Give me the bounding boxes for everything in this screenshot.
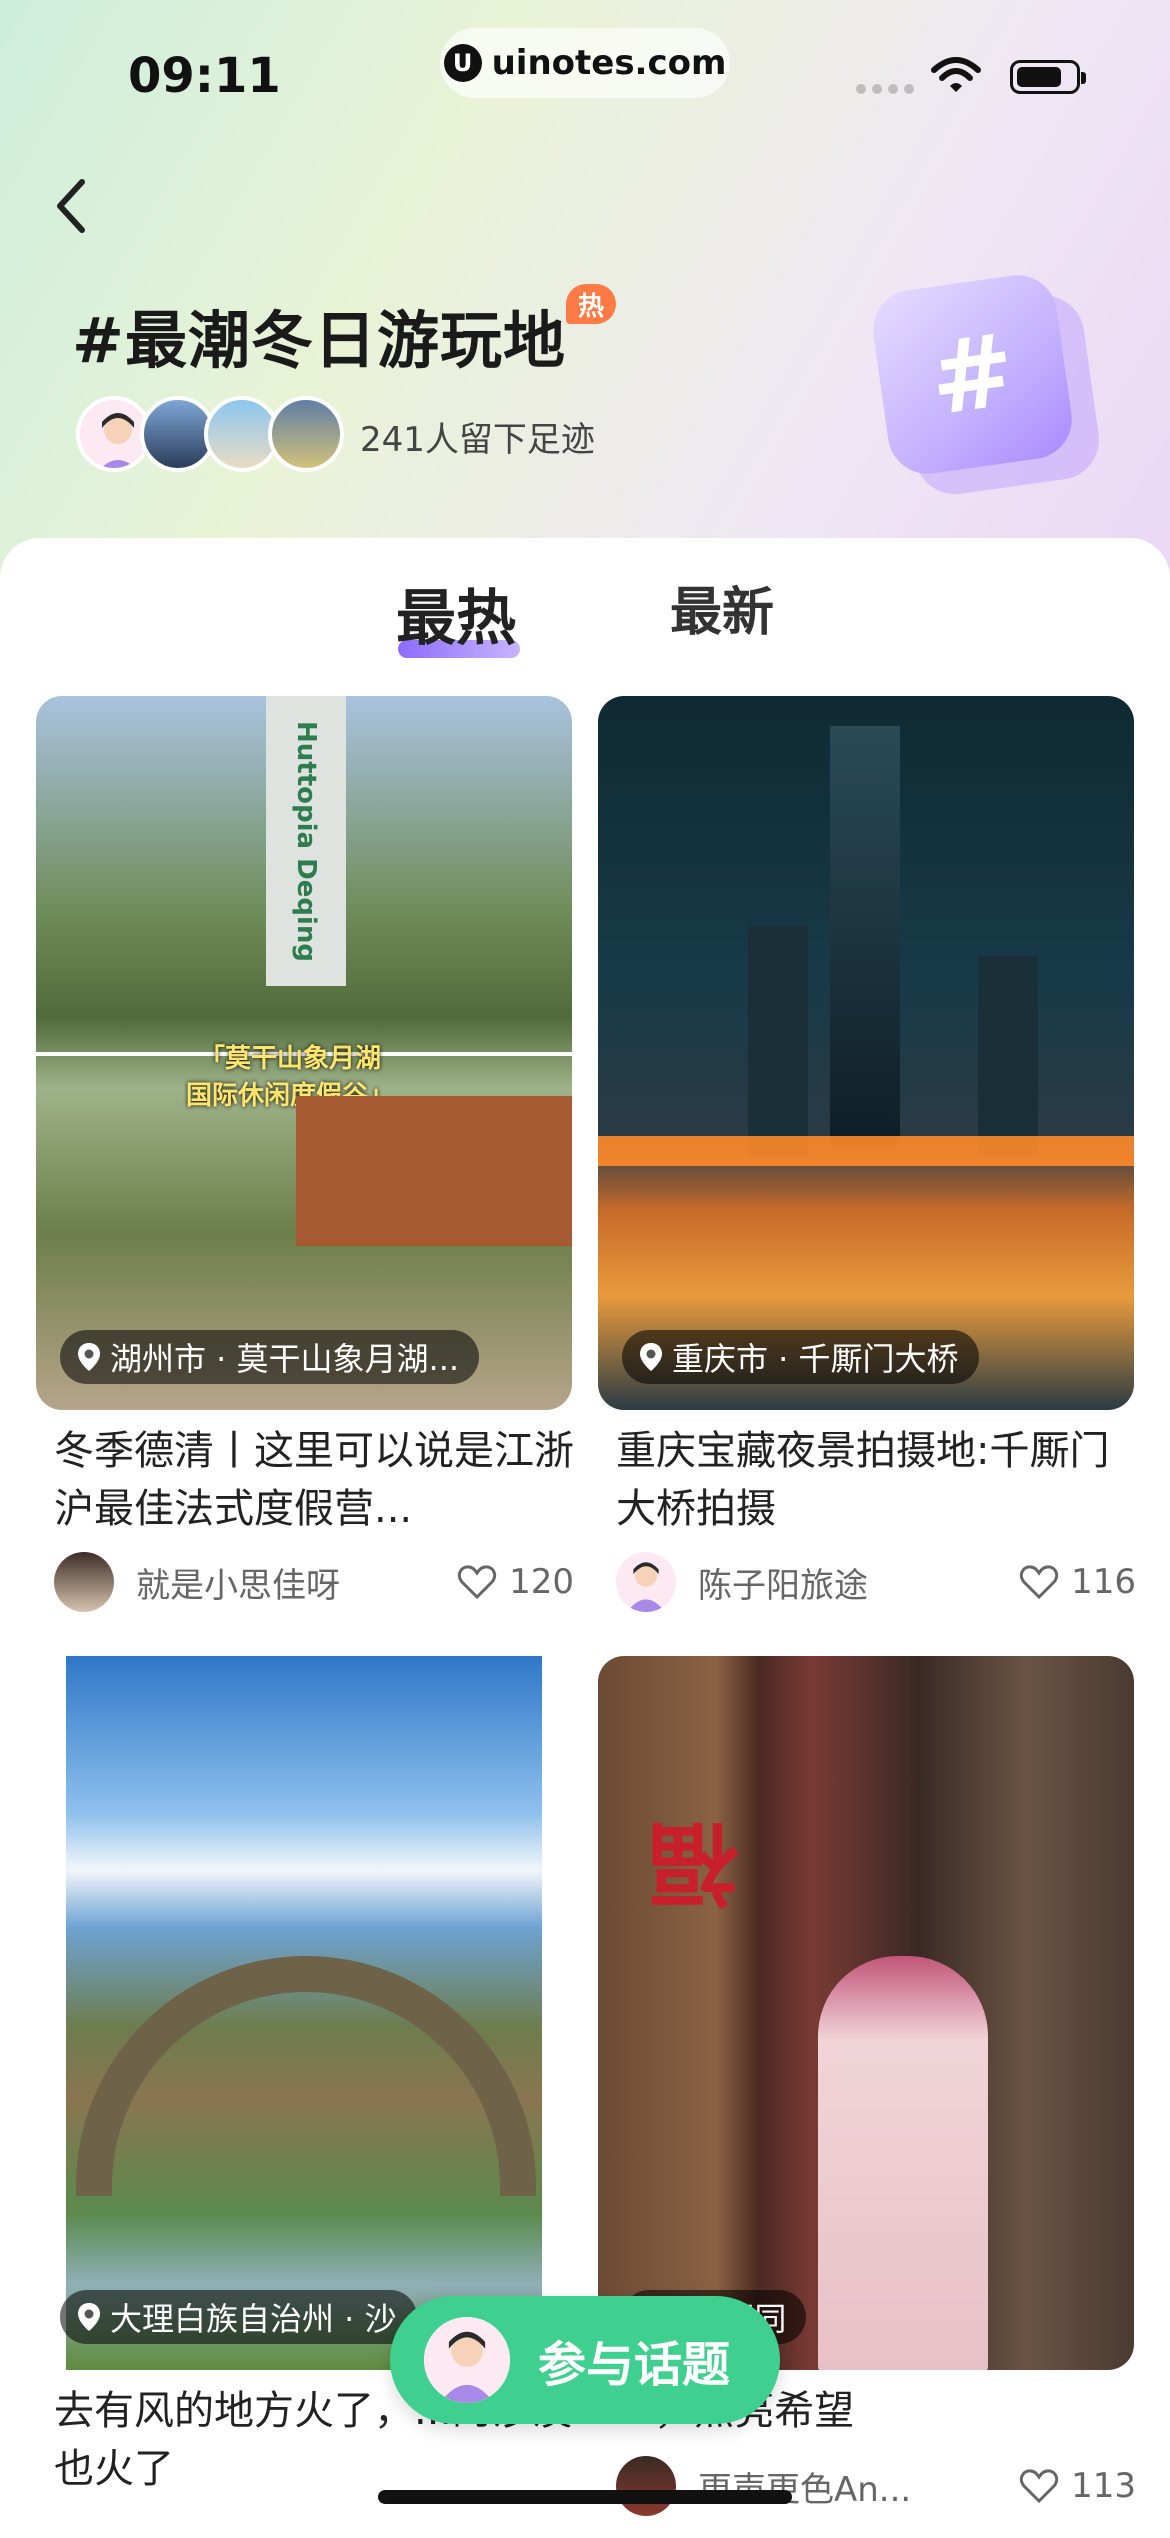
- post-image[interactable]: 重庆市 · 千厮门大桥: [598, 696, 1134, 1410]
- battery-icon: [1010, 60, 1086, 94]
- author-name[interactable]: 陈子阳旅途: [698, 1558, 1019, 1607]
- skyscraper: [978, 956, 1038, 1156]
- hashtag-icon: #: [868, 270, 1077, 479]
- post-meta: 就是小思佳呀 120: [54, 1552, 574, 1612]
- location-text: 大理白族自治州 · 沙: [110, 2300, 397, 2338]
- tab-latest[interactable]: 最新: [670, 570, 774, 645]
- location-tag[interactable]: 大理白族自治州 · 沙: [60, 2290, 417, 2344]
- signal-icon: [856, 84, 914, 94]
- footprint-count: 241人留下足迹: [360, 420, 595, 460]
- location-tag[interactable]: 重庆市 · 千厮门大桥: [622, 1330, 979, 1384]
- skyscraper: [830, 726, 900, 1146]
- like-button[interactable]: 113: [1019, 2466, 1136, 2506]
- like-button[interactable]: 116: [1019, 1562, 1136, 1602]
- author-avatar[interactable]: [616, 1552, 676, 1612]
- url-text: uinotes.com: [491, 43, 727, 83]
- like-count: 113: [1071, 2466, 1136, 2506]
- author-avatar[interactable]: [54, 1552, 114, 1612]
- fu-character: 福: [648, 1810, 738, 1915]
- hot-badge: 热: [566, 284, 616, 324]
- cabin: [296, 1096, 572, 1246]
- location-text: 湖州市 · 莫干山象月湖...: [110, 1340, 460, 1378]
- post-title[interactable]: 重庆宝藏夜景拍摄地:千厮门大桥拍摄: [616, 1422, 1136, 1538]
- post-image[interactable]: 福 · 青云胡同: [598, 1656, 1134, 2370]
- join-topic-label: 参与话题: [538, 2337, 731, 2393]
- person: [818, 1956, 988, 2370]
- heart-icon: [1020, 2469, 1059, 2504]
- like-count: 116: [1071, 1562, 1136, 1602]
- site-logo-icon: U: [443, 44, 482, 82]
- home-indicator: [378, 2490, 792, 2504]
- post-meta: 陈子阳旅途 116: [616, 1552, 1136, 1612]
- topic-title: #最潮冬日游玩地: [72, 304, 566, 377]
- post-image[interactable]: 大理白族自治州 · 沙: [36, 1656, 572, 2370]
- tab-hot[interactable]: 最热: [396, 570, 516, 657]
- join-topic-button[interactable]: 参与话题: [390, 2296, 780, 2424]
- back-arrow-icon[interactable]: [48, 176, 98, 236]
- url-pill[interactable]: U uinotes.com: [440, 28, 730, 98]
- author-avatar[interactable]: [616, 2456, 676, 2516]
- heart-icon: [458, 1565, 497, 1600]
- image-sign: Huttopia Deqing: [266, 696, 346, 986]
- location-pin-icon: [78, 2303, 100, 2331]
- post-meta: 更声更色An... 113: [616, 2456, 1136, 2516]
- wifi-icon: [931, 57, 981, 92]
- user-avatar: [424, 2317, 510, 2403]
- location-text: 重庆市 · 千厮门大桥: [672, 1340, 959, 1378]
- author-name[interactable]: 就是小思佳呀: [136, 1558, 457, 1607]
- status-time: 09:11: [128, 48, 281, 104]
- location-tag[interactable]: 湖州市 · 莫干山象月湖...: [60, 1330, 480, 1384]
- avatar: [268, 396, 344, 472]
- post-image[interactable]: Huttopia Deqing 「莫干山象月湖 国际休闲度假谷」 湖州市 · 莫…: [36, 696, 572, 1410]
- like-count: 120: [509, 1562, 574, 1602]
- location-pin-icon: [640, 1343, 662, 1371]
- skyscraper: [748, 926, 808, 1156]
- location-pin-icon: [78, 1343, 100, 1371]
- bridge: [598, 1136, 1134, 1166]
- post-title[interactable]: 冬季德清丨这里可以说是江浙沪最佳法式度假营...: [54, 1422, 574, 1538]
- heart-icon: [1020, 1565, 1059, 1600]
- like-button[interactable]: 120: [457, 1562, 574, 1602]
